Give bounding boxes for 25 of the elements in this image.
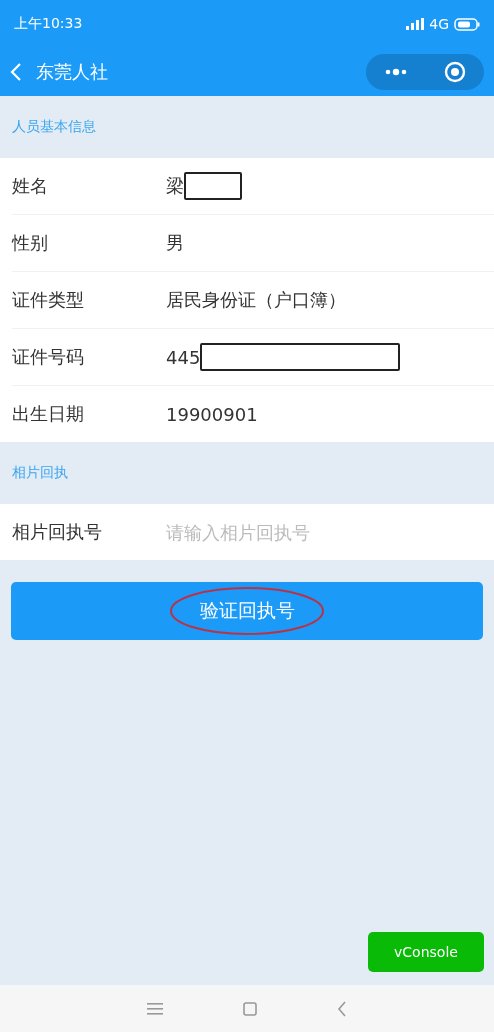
- field-label: 性别: [12, 231, 49, 255]
- field-label: 出生日期: [12, 402, 85, 426]
- verify-button[interactable]: 验证回执号: [11, 582, 483, 640]
- field-value: 居民身份证（户口簿）: [166, 288, 346, 312]
- more-icon[interactable]: [384, 68, 408, 76]
- field-label: 证件类型: [12, 288, 85, 312]
- network-type: 4G: [429, 16, 449, 32]
- signal-icon: [406, 18, 425, 30]
- section-title: 相片回执: [12, 464, 68, 482]
- home-icon[interactable]: [243, 1001, 257, 1016]
- field-value: 梁: [166, 174, 184, 198]
- close-icon[interactable]: [444, 61, 466, 83]
- section-title: 人员基本信息: [12, 118, 96, 136]
- field-label: 证件号码: [12, 345, 85, 369]
- status-time: 上午10:33: [14, 15, 83, 33]
- field-label: 相片回执号: [12, 520, 103, 544]
- vconsole-button[interactable]: vConsole: [368, 932, 484, 972]
- menu-icon[interactable]: [147, 1002, 163, 1015]
- battery-icon: [454, 17, 480, 31]
- field-value: 男: [166, 231, 184, 255]
- field-label: 姓名: [12, 174, 49, 198]
- field-value: 445: [166, 346, 201, 368]
- page-title: 东莞人社: [36, 60, 109, 84]
- field-value: 19900901: [166, 403, 258, 425]
- back-icon[interactable]: [337, 1000, 347, 1017]
